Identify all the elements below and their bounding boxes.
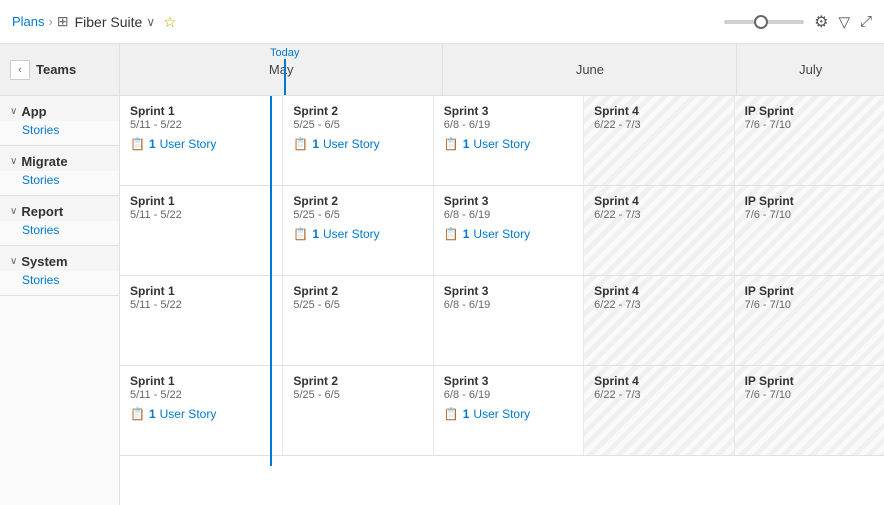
sprint-migrate-4: Sprint 4 6/22 - 7/3	[584, 186, 734, 275]
expand-icon[interactable]: ⤢	[860, 13, 872, 30]
slider-track	[724, 20, 804, 24]
team-header-system: ∨ System	[0, 246, 119, 271]
cal-footer	[120, 456, 884, 466]
user-story-system-3[interactable]: 📋 1 User Story	[444, 407, 573, 421]
board-icon: ⊞	[57, 13, 69, 30]
user-story-app-3[interactable]: 📋 1 User Story	[444, 137, 573, 151]
team-row-report: Sprint 1 5/11 - 5/22 Sprint 2 5/25 - 6/5…	[120, 276, 884, 366]
sprint-report-1: Sprint 1 5/11 - 5/22	[120, 276, 283, 365]
month-june-label: June	[576, 62, 604, 77]
sidebar-header: ‹ Teams	[0, 44, 119, 96]
sprint-system-2: Sprint 2 5/25 - 6/5	[283, 366, 433, 455]
calendar-header: Today May June July	[120, 44, 884, 96]
chevron-icon-app[interactable]: ∨	[10, 106, 17, 117]
sprint-system-3: Sprint 3 6/8 - 6/19 📋 1 User Story	[434, 366, 584, 455]
chevron-icon-report[interactable]: ∨	[10, 206, 17, 217]
story-icon: 📋	[444, 407, 459, 421]
team-section-report: ∨ Report Stories	[0, 196, 119, 246]
sprint-migrate-2: Sprint 2 5/25 - 6/5 📋 1 User Story	[283, 186, 433, 275]
team-row-app: Sprint 1 5/11 - 5/22 📋 1 User Story Spri…	[120, 96, 884, 186]
sprint-report-ip: IP Sprint 7/6 - 7/10	[735, 276, 884, 365]
header-left: Plans › ⊞ Fiber Suite ∨ ☆	[12, 13, 177, 31]
team-section-migrate: ∨ Migrate Stories	[0, 146, 119, 196]
sprint-report-2: Sprint 2 5/25 - 6/5	[283, 276, 433, 365]
month-july: July	[737, 44, 884, 95]
chevron-icon-system[interactable]: ∨	[10, 256, 17, 267]
chevron-down-icon[interactable]: ∨	[146, 15, 155, 29]
collapse-button[interactable]: ‹	[10, 60, 30, 80]
teams-label: Teams	[36, 62, 76, 77]
team-stories-system[interactable]: Stories	[0, 271, 119, 295]
team-header-migrate: ∨ Migrate	[0, 146, 119, 171]
user-story-migrate-2[interactable]: 📋 1 User Story	[293, 227, 422, 241]
user-story-app-2[interactable]: 📋 1 User Story	[293, 137, 422, 151]
sprint-migrate-ip: IP Sprint 7/6 - 7/10	[735, 186, 884, 275]
user-story-migrate-3[interactable]: 📋 1 User Story	[444, 227, 573, 241]
team-stories-report[interactable]: Stories	[0, 221, 119, 245]
sprint-migrate-3: Sprint 3 6/8 - 6/19 📋 1 User Story	[434, 186, 584, 275]
team-stories-migrate[interactable]: Stories	[0, 171, 119, 195]
sprint-app-2: Sprint 2 5/25 - 6/5 📋 1 User Story	[283, 96, 433, 185]
team-section-system: ∨ System Stories	[0, 246, 119, 296]
team-name-migrate: Migrate	[21, 154, 67, 169]
main-layout: ‹ Teams ∨ App Stories ∨ Migrate Stories …	[0, 44, 884, 505]
month-june: June	[443, 44, 737, 95]
team-name-report: Report	[21, 204, 63, 219]
month-july-label: July	[799, 62, 822, 77]
team-name-app: App	[21, 104, 46, 119]
sprint-system-1: Sprint 1 5/11 - 5/22 📋 1 User Story	[120, 366, 283, 455]
month-may-label: May	[269, 62, 294, 77]
user-story-app-1[interactable]: 📋 1 User Story	[130, 137, 272, 151]
sprint-system-4: Sprint 4 6/22 - 7/3	[584, 366, 734, 455]
team-header-report: ∨ Report	[0, 196, 119, 221]
slider-thumb[interactable]	[754, 15, 768, 29]
sprint-app-1: Sprint 1 5/11 - 5/22 📋 1 User Story	[120, 96, 283, 185]
chevron-icon-migrate[interactable]: ∨	[10, 156, 17, 167]
team-name-system: System	[21, 254, 67, 269]
suite-name: Fiber Suite	[75, 14, 143, 30]
team-section-app: ∨ App Stories	[0, 96, 119, 146]
team-row-migrate: Sprint 1 5/11 - 5/22 Sprint 2 5/25 - 6/5…	[120, 186, 884, 276]
sprint-report-4: Sprint 4 6/22 - 7/3	[584, 276, 734, 365]
plans-link[interactable]: Plans	[12, 14, 45, 29]
breadcrumb-sep: ›	[49, 14, 53, 29]
sprint-report-3: Sprint 3 6/8 - 6/19	[434, 276, 584, 365]
filter-icon[interactable]: ▽	[838, 13, 850, 31]
story-icon: 📋	[444, 137, 459, 151]
story-icon: 📋	[130, 137, 145, 151]
sprint-app-ip: IP Sprint 7/6 - 7/10	[735, 96, 884, 185]
story-icon: 📋	[444, 227, 459, 241]
calendar-body: Sprint 1 5/11 - 5/22 📋 1 User Story Spri…	[120, 96, 884, 466]
gear-icon[interactable]: ⚙	[814, 12, 828, 32]
sprint-app-3: Sprint 3 6/8 - 6/19 📋 1 User Story	[434, 96, 584, 185]
sprint-app-4: Sprint 4 6/22 - 7/3	[584, 96, 734, 185]
calendar: Today May June July Sprint 1 5/11 - 5/22	[120, 44, 884, 505]
app-header: Plans › ⊞ Fiber Suite ∨ ☆ ⚙ ▽ ⤢	[0, 0, 884, 44]
sprint-system-ip: IP Sprint 7/6 - 7/10	[735, 366, 884, 455]
team-header-app: ∨ App	[0, 96, 119, 121]
zoom-slider[interactable]	[724, 20, 804, 24]
breadcrumb: Plans › ⊞ Fiber Suite ∨ ☆	[12, 13, 177, 31]
sidebar: ‹ Teams ∨ App Stories ∨ Migrate Stories …	[0, 44, 120, 505]
story-icon: 📋	[293, 137, 308, 151]
story-icon: 📋	[130, 407, 145, 421]
user-story-system-1[interactable]: 📋 1 User Story	[130, 407, 272, 421]
team-stories-app[interactable]: Stories	[0, 121, 119, 145]
star-icon[interactable]: ☆	[163, 13, 176, 31]
sprint-migrate-1: Sprint 1 5/11 - 5/22	[120, 186, 283, 275]
team-row-system: Sprint 1 5/11 - 5/22 📋 1 User Story Spri…	[120, 366, 884, 456]
header-right: ⚙ ▽ ⤢	[724, 12, 872, 32]
story-icon: 📋	[293, 227, 308, 241]
month-may: May	[120, 44, 443, 95]
